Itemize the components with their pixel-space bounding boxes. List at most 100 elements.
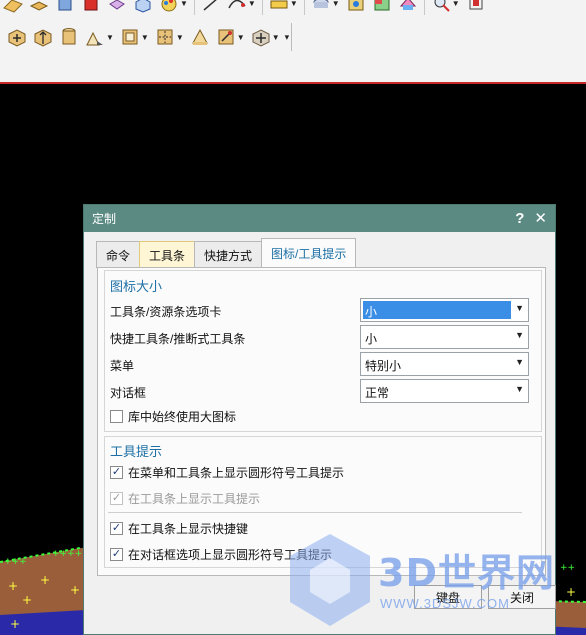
render-icon[interactable] (369, 0, 395, 16)
analysis-icon[interactable] (343, 0, 369, 16)
dropdown-arrow-icon[interactable]: ▼ (180, 0, 188, 8)
tooltip-option-label: 在工具条上显示工具提示 (128, 491, 261, 506)
wire-box-icon[interactable] (130, 0, 156, 16)
dropdown-arrow-icon[interactable]: ▼ (290, 0, 298, 8)
watermark-text: 3D世界网 (378, 551, 555, 595)
dropdown-arrow-icon[interactable]: ▼ (237, 33, 245, 42)
dialog-title: 定制 (92, 212, 117, 226)
dropdown-arrow-icon[interactable]: ▼ (176, 33, 184, 42)
svg-text:+: + (10, 617, 20, 631)
toolbar-separator (193, 0, 195, 15)
menu-icon-size-label: 菜单 (110, 359, 135, 373)
tab-toolbars[interactable]: 工具条 (139, 241, 196, 268)
delete-face-icon[interactable] (187, 24, 213, 50)
move-face-icon[interactable] (4, 24, 30, 50)
dropdown-arrow-icon[interactable]: ▼ (452, 0, 460, 8)
chevron-down-icon[interactable]: ▼ (515, 330, 524, 340)
toolbar-icon-size-row: 工具条/资源条选项卡 小 ▼ (98, 298, 539, 322)
watermark-url: WWW.3DSJW.COM (380, 596, 510, 611)
block-icon[interactable] (26, 0, 52, 16)
zoom-icon[interactable] (428, 0, 454, 16)
cube-icon[interactable] (52, 0, 78, 16)
dropdown-arrow-icon[interactable]: ▼ (141, 33, 149, 42)
close-icon[interactable]: ✕ (534, 211, 547, 226)
large-icons-label: 库中始终使用大图标 (128, 409, 237, 424)
resize-icon[interactable] (117, 24, 143, 50)
tooltip-option-row[interactable]: ✓ 在工具条上显示快捷键 (110, 519, 248, 537)
measure-icon[interactable] (266, 0, 292, 16)
dialog-icon-size-select[interactable]: 正常 ▼ (360, 379, 529, 403)
tab-shortcuts[interactable]: 快捷方式 (194, 241, 263, 268)
toolbar-separator (423, 0, 425, 15)
checkmark-icon[interactable]: ✓ (110, 521, 123, 535)
select-value: 小 (365, 332, 378, 346)
select-value: 小 (365, 305, 378, 319)
toolbar-row-1: ▼ ▼ ▼ ▼ ▼ (0, 0, 489, 18)
menu-icon-size-row: 菜单 特别小 ▼ (98, 352, 539, 376)
quick-toolbar-icon-size-select[interactable]: 小 ▼ (360, 325, 529, 349)
toolbar-options-icon[interactable]: ▾ (285, 32, 290, 43)
tab-icons-tooltips[interactable]: 图标/工具提示 (261, 238, 357, 268)
quick-toolbar-icon-size-row: 快捷工具条/推断式工具条 小 ▼ (98, 325, 539, 349)
selection-highlight (363, 301, 511, 319)
svg-text:+: + (22, 593, 32, 607)
tooltip-option-label: 在工具条上显示快捷键 (128, 521, 249, 536)
help-icon[interactable]: ? (515, 211, 524, 226)
dropdown-arrow-icon[interactable]: ▼ (332, 0, 340, 8)
chevron-down-icon[interactable]: ▼ (515, 384, 524, 394)
large-icons-checkbox[interactable] (110, 409, 123, 423)
red-solid-icon[interactable] (78, 0, 104, 16)
sync-icon[interactable] (213, 24, 239, 50)
section-divider (108, 512, 522, 513)
toolbar-icon-size-label: 工具条/资源条选项卡 (110, 305, 222, 319)
checkmark-icon: ✓ (110, 491, 123, 505)
offset-face-icon[interactable] (30, 24, 56, 50)
toolbar-separator (303, 0, 305, 15)
tab-commands[interactable]: 命令 (96, 241, 141, 268)
tooltip-option-row[interactable]: ✓ 在菜单和工具条上显示圆形符号工具提示 (110, 463, 344, 481)
tooltip-option-row: ✓ 在工具条上显示工具提示 (110, 489, 260, 507)
dropdown-arrow-icon[interactable]: ▼ (248, 0, 256, 8)
pattern-face-icon[interactable] (152, 24, 178, 50)
tooltip-option-label: 在菜单和工具条上显示圆形符号工具提示 (128, 465, 345, 480)
curve-icon[interactable] (224, 0, 250, 16)
watermark: 3D世界网 WWW.3DSJW.COM (282, 528, 586, 635)
svg-text:+: + (8, 579, 18, 593)
toolbar-grip (291, 23, 293, 51)
select-value: 正常 (365, 386, 390, 400)
line-icon[interactable] (198, 0, 224, 16)
view-icon[interactable] (463, 0, 489, 16)
dropdown-arrow-icon[interactable]: ▼ (106, 33, 114, 42)
tooltips-heading: 工具提示 (110, 444, 163, 459)
svg-text:+++: +++ (4, 557, 27, 567)
large-icons-checkbox-row[interactable]: 库中始终使用大图标 (110, 407, 236, 425)
tab-bar: 命令 工具条 快捷方式 图标/工具提示 (96, 238, 357, 268)
menu-icon-size-select[interactable]: 特别小 ▼ (360, 352, 529, 376)
quick-toolbar-icon-size-label: 快捷工具条/推断式工具条 (110, 332, 246, 346)
dialog-titlebar[interactable]: 定制 ? ✕ (84, 205, 555, 232)
cylinder-icon[interactable] (308, 0, 334, 16)
svg-text:+: + (40, 573, 50, 587)
color-palette-icon[interactable] (156, 0, 182, 16)
checkmark-icon[interactable]: ✓ (110, 547, 123, 561)
dialog-icon-size-label: 对话框 (110, 386, 147, 400)
svg-text:+: + (70, 583, 80, 597)
toolbar-area: ▼ ▼ ▼ ▼ ▼ ▼ ▼ ▼ ▼ ▼ ▾ (0, 0, 586, 84)
checkmark-icon[interactable]: ✓ (110, 465, 123, 479)
view-icon[interactable] (395, 0, 421, 16)
chevron-down-icon[interactable]: ▼ (515, 303, 524, 313)
replace-face-icon[interactable] (82, 24, 108, 50)
transform-icon[interactable] (248, 24, 274, 50)
dialog-icon-size-row: 对话框 正常 ▼ (98, 379, 539, 403)
dropdown-arrow-icon[interactable]: ▼ (272, 33, 280, 42)
select-value: 特别小 (365, 359, 402, 373)
toolbar-separator (261, 0, 263, 15)
watermark-cube-icon (290, 534, 370, 626)
toolbar-icon-size-select[interactable]: 小 ▼ (360, 298, 529, 322)
shaded-box-icon[interactable] (104, 0, 130, 16)
toolbar-row-2: ▼ ▼ ▼ ▼ ▼ ▾ (4, 22, 293, 52)
chevron-down-icon[interactable]: ▼ (515, 357, 524, 367)
cylinder-face-icon[interactable] (56, 24, 82, 50)
icon-size-heading: 图标大小 (110, 279, 163, 294)
surface-icon[interactable] (0, 0, 26, 16)
